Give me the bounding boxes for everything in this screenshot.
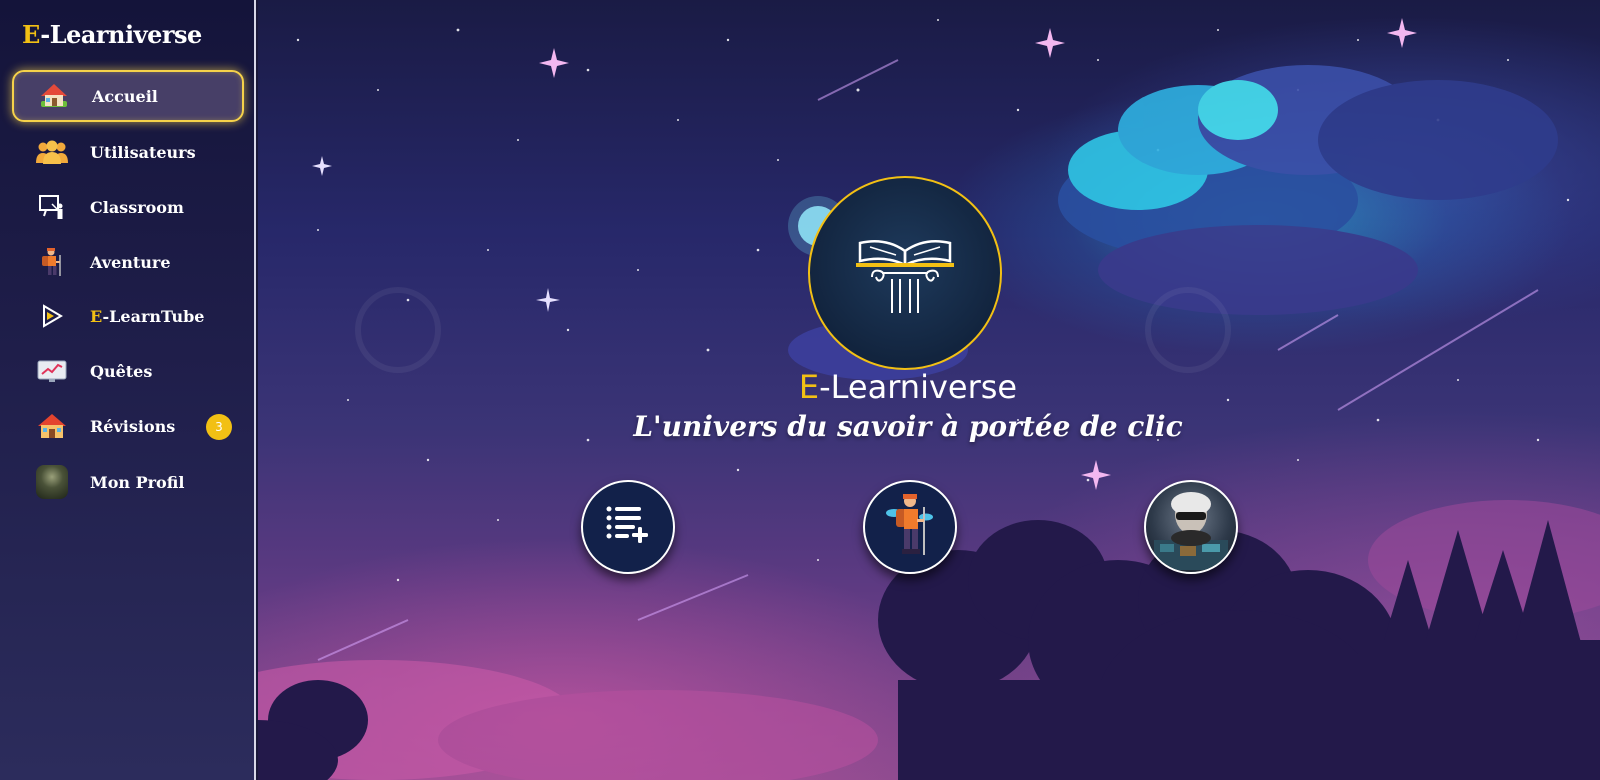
brand-name: -Learniverse: [40, 20, 202, 49]
add-list-button[interactable]: [581, 480, 675, 574]
sidebar-item-accueil[interactable]: Accueil: [12, 70, 244, 122]
adventure-button[interactable]: [863, 480, 957, 574]
sidebar-item-label: Accueil: [92, 86, 158, 106]
sidebar-item-label: E-LearnTube: [90, 307, 204, 326]
sidebar-item-label: Quêtes: [90, 361, 153, 381]
label-rest: -LearnTube: [102, 306, 205, 326]
sidebar-item-quetes[interactable]: Quêtes: [12, 345, 244, 397]
list-add-icon: [605, 505, 651, 549]
hero-title-rest: -Learniverse: [819, 368, 1018, 406]
sidebar-item-utilisateurs[interactable]: Utilisateurs: [12, 126, 244, 178]
play-icon: [36, 300, 68, 332]
main-area: E-Learniverse L'univers du savoir à port…: [258, 0, 1600, 780]
avatar: [1146, 482, 1236, 572]
sidebar-item-label: Révisions: [90, 416, 176, 436]
sidebar-item-revisions[interactable]: Révisions 3: [12, 400, 244, 452]
sidebar-item-label: Aventure: [90, 252, 171, 272]
sidebar-item-label: Mon Profil: [90, 472, 185, 492]
brand-prefix: E: [22, 20, 41, 49]
profile-avatar-image: [36, 465, 68, 499]
chart-icon: [36, 355, 68, 387]
avatar: [36, 465, 68, 499]
profile-button[interactable]: [1144, 480, 1238, 574]
hiker-icon: [36, 246, 68, 278]
hero-title: E-Learniverse: [258, 368, 1558, 406]
sidebar-item-mon-profil[interactable]: Mon Profil: [12, 456, 244, 508]
sidebar: E-Learniverse Accueil Utilisateurs Class…: [0, 0, 256, 780]
users-icon: [36, 136, 68, 168]
hero-title-prefix: E: [798, 368, 820, 406]
classroom-icon: [36, 191, 68, 223]
sidebar-item-classroom[interactable]: Classroom: [12, 181, 244, 233]
book-pillar-icon: [850, 221, 960, 325]
hero-subtitle: L'univers du savoir à portée de clic: [633, 410, 1183, 443]
hiker-icon: [880, 489, 940, 565]
revisions-badge: 3: [206, 414, 232, 440]
sidebar-item-elearntube[interactable]: E-LearnTube: [12, 290, 244, 342]
sidebar-item-label: Classroom: [90, 197, 184, 217]
house-icon: [36, 410, 68, 442]
label-prefix: E: [90, 306, 103, 326]
hero-logo: [808, 176, 1002, 370]
sidebar-item-aventure[interactable]: Aventure: [12, 236, 244, 288]
brand-logo[interactable]: E-Learniverse: [22, 20, 202, 49]
sidebar-item-label: Utilisateurs: [90, 142, 196, 162]
home-icon: [38, 80, 70, 112]
